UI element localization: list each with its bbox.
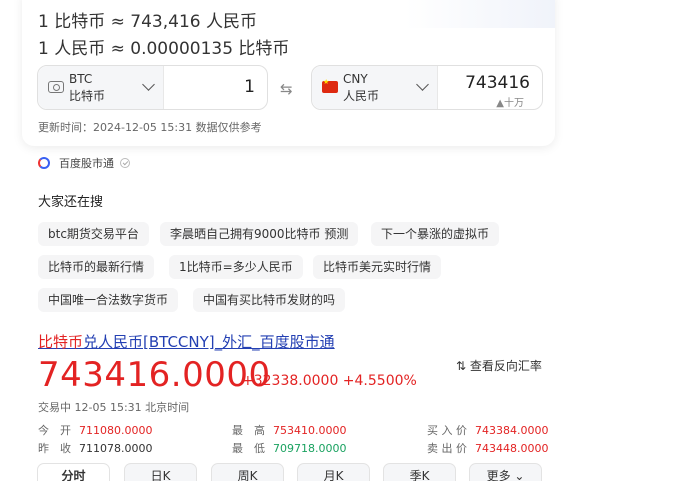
quote-label: 昨 收	[38, 442, 71, 455]
related-search-chip[interactable]: 比特币美元实时行情	[313, 255, 442, 279]
from-currency-box: BTC 比特币 1	[37, 65, 268, 110]
result-title-highlight: 比特币	[38, 333, 84, 351]
quote-high: 最 高 753410.0000	[232, 422, 346, 438]
quote-label: 买 入 价	[427, 424, 467, 437]
quote-value: 743448.0000	[475, 442, 549, 455]
to-currency-select[interactable]: CNY 人民币	[312, 66, 438, 109]
tab-more[interactable]: 更多 ⌄	[469, 463, 542, 481]
quote-label: 今 开	[38, 424, 71, 437]
related-search-chip[interactable]: 中国唯一合法数字货币	[38, 288, 179, 312]
quote-value: 753410.0000	[273, 424, 347, 437]
related-search-chip[interactable]: btc期货交易平台	[38, 222, 149, 246]
from-currency-select[interactable]: BTC 比特币	[38, 66, 164, 109]
related-search-chip[interactable]: 李晨晒自己拥有9000比特币 预测	[160, 222, 359, 246]
source-attribution[interactable]: 百度股市通	[38, 155, 130, 171]
chevron-down-icon	[416, 78, 429, 91]
quote-value: 709718.0000	[273, 442, 347, 455]
bitcoin-note-icon	[48, 81, 64, 93]
chevron-down-icon	[142, 78, 155, 91]
related-search-chip[interactable]: 比特币的最新行情	[38, 255, 155, 279]
trading-status: 交易中 12-05 15:31 北京时间	[38, 401, 190, 414]
result-title-link[interactable]: 比特币兑人民币[BTCCNY]_外汇_百度股市通	[38, 331, 335, 352]
currency-converter-card: 1 比特币 ≈ 743,416 人民币 1 人民币 ≈ 0.00000135 比…	[22, 0, 555, 146]
from-amount-input[interactable]: 1	[244, 77, 255, 97]
to-currency-name: 人民币	[343, 89, 380, 103]
price-change: +32338.0000 +4.5500%	[242, 373, 417, 389]
reverse-rate-link[interactable]: ⇅ 查看反向汇率	[456, 357, 542, 374]
related-search-chip[interactable]: 1比特币=多少人民币	[169, 255, 303, 279]
quote-open: 今 开 711080.0000	[38, 422, 152, 438]
quote-value: 711078.0000	[79, 442, 153, 455]
quote-ask: 卖 出 价 743448.0000	[427, 440, 548, 456]
quote-low: 最 低 709718.0000	[232, 440, 346, 456]
card-header-decoration	[405, 0, 555, 28]
result-title-text: 兑人民币[BTCCNY]_外汇_百度股市通	[83, 333, 335, 351]
also-search-title: 大家还在搜	[38, 195, 104, 210]
to-currency-code: CNY	[343, 72, 368, 86]
current-price: 743416.0000	[38, 355, 271, 395]
update-time: 更新时间：2024-12-05 15:31 数据仅供参考	[38, 121, 262, 134]
verified-icon	[120, 158, 130, 168]
tab-daily-k[interactable]: 日K	[124, 463, 197, 481]
tab-monthly-k[interactable]: 月K	[297, 463, 370, 481]
baidu-stock-logo-icon	[38, 157, 50, 169]
quote-label: 卖 出 价	[427, 442, 467, 455]
related-search-chip[interactable]: 下一个暴涨的虚拟币	[371, 222, 500, 246]
quote-prev-close: 昨 收 711078.0000	[38, 440, 152, 456]
quote-value: 711080.0000	[79, 424, 153, 437]
tab-weekly-k[interactable]: 周K	[211, 463, 284, 481]
from-currency-code: BTC	[69, 72, 93, 86]
to-currency-box: CNY 人民币 743416 ▲十万	[311, 65, 543, 110]
to-amount-input[interactable]: 743416	[465, 73, 530, 93]
quote-bid: 买 入 价 743384.0000	[427, 422, 548, 438]
quote-label: 最 低	[232, 442, 265, 455]
from-currency-name: 比特币	[69, 89, 106, 103]
rate-line-btc-to-cny: 1 比特币 ≈ 743,416 人民币	[38, 12, 257, 32]
quote-label: 最 高	[232, 424, 265, 437]
quote-value: 743384.0000	[475, 424, 549, 437]
china-flag-icon	[322, 78, 338, 93]
amount-unit-hint: ▲十万	[496, 98, 524, 109]
tab-intraday[interactable]: 分时	[37, 463, 110, 481]
source-name: 百度股市通	[59, 157, 114, 170]
swap-icon[interactable]: ⇆	[280, 80, 293, 98]
tab-quarterly-k[interactable]: 季K	[383, 463, 456, 481]
related-search-chip[interactable]: 中国有买比特币发财的吗	[193, 288, 346, 312]
rate-line-cny-to-btc: 1 人民币 ≈ 0.00000135 比特币	[38, 39, 290, 59]
